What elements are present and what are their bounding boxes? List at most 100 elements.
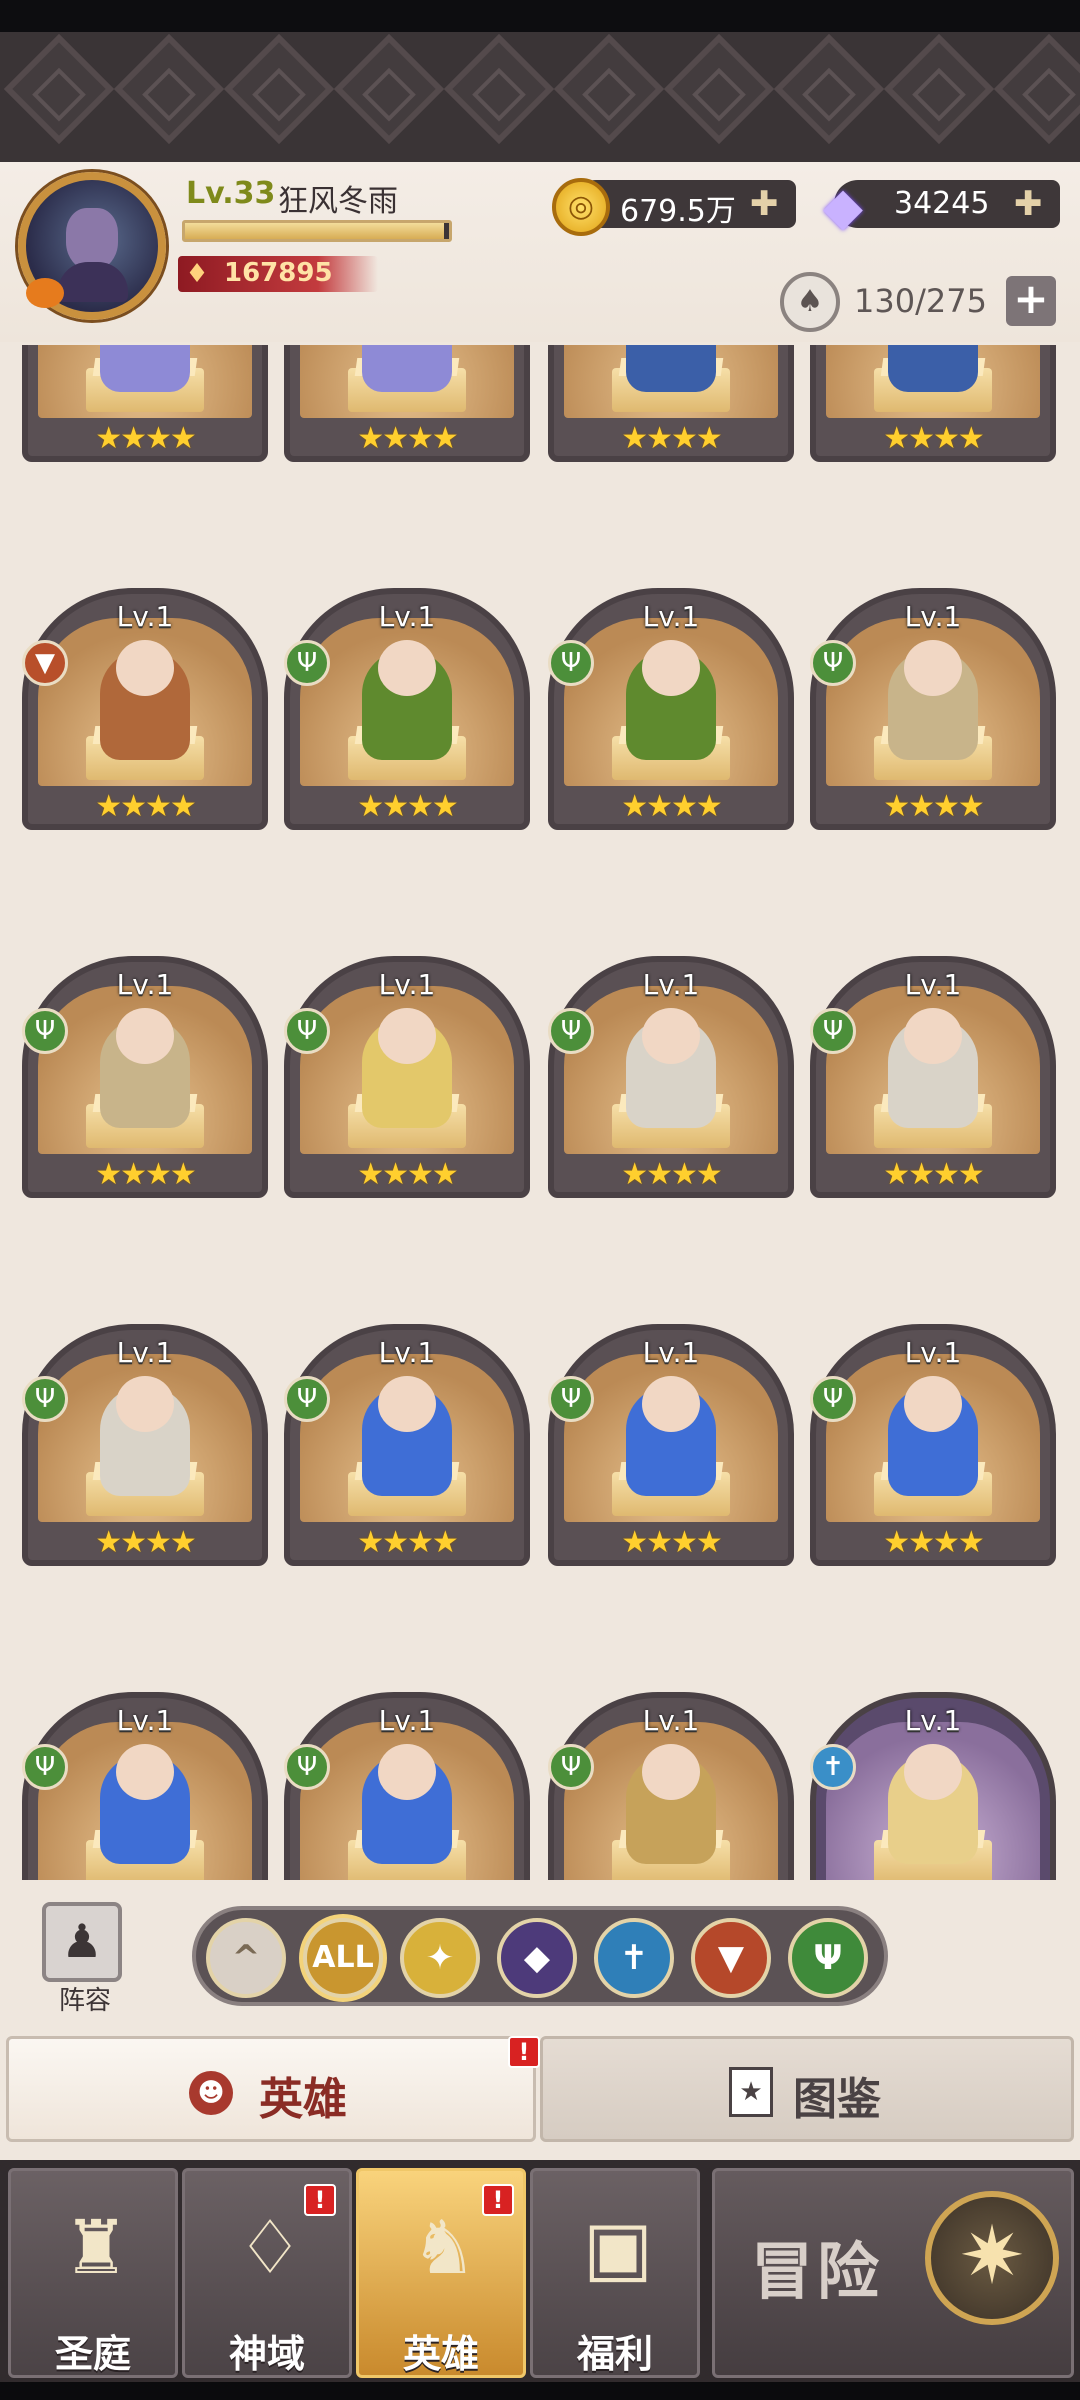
hero-stars: ★★★★	[621, 1157, 723, 1192]
hero-capacity: ♠ 130/275 +	[780, 272, 1060, 332]
hero-stars: ★★★★	[883, 1525, 985, 1560]
hero-class-nature-icon: Ψ	[284, 1744, 330, 1790]
hero-sprite-head	[642, 640, 700, 696]
player-name: 狂风冬雨	[278, 184, 398, 219]
filter-sort-button[interactable]: ^	[206, 1918, 286, 1998]
divine-realm-alert: !	[304, 2184, 336, 2216]
gold-value: 679.5万	[620, 194, 736, 229]
hero-level: Lv.1	[116, 968, 174, 1001]
hero-card[interactable]: Lv.1 Ψ ★★★★	[548, 956, 794, 1198]
hero-card[interactable]: ★★★★	[22, 345, 268, 462]
hero-sprite-head	[904, 1008, 962, 1064]
hero-card[interactable]: ★★★★	[284, 345, 530, 462]
hero-level: Lv.1	[116, 600, 174, 633]
tab-heroes-label: 英雄	[259, 2074, 347, 2125]
hero-class-nature-icon: Ψ	[284, 1376, 330, 1422]
hero-sprite-head	[116, 1744, 174, 1800]
hero-stars: ★★★★	[883, 1157, 985, 1192]
hero-card[interactable]: Lv.1Ψ★★★★	[810, 588, 1056, 830]
hero-card[interactable]: Lv.1Ψ★★★★	[548, 1324, 794, 1566]
hero-class-beast-icon: ▼	[22, 640, 68, 686]
hero-level: Lv.1	[378, 600, 436, 633]
tab-heroes[interactable]: ☻ 英雄	[6, 2036, 536, 2142]
hero-level: Lv.1	[904, 1336, 962, 1369]
hero-sprite	[888, 345, 978, 392]
hero-card[interactable]: Lv.1 Ψ ★★★★	[284, 1324, 530, 1566]
hero-class-nature-icon: Ψ	[22, 1376, 68, 1422]
hero-card[interactable]: ★★★★	[810, 345, 1056, 462]
hero-sprite-head	[378, 640, 436, 696]
hero-card[interactable]: Lv.1 Ψ ★★★★	[284, 588, 530, 830]
hero-card[interactable]: Lv.1Ψ★★★★	[548, 588, 794, 830]
hero-class-nature-icon: Ψ	[284, 640, 330, 686]
expand-capacity-button[interactable]: +	[1006, 276, 1056, 326]
hero-sprite-head	[904, 1744, 962, 1800]
chess-pawn-icon: ♟	[42, 1902, 122, 1982]
hero-card[interactable]: Lv.1Ψ★★★★	[284, 1692, 530, 1880]
hero-stars: ★★★★	[357, 1525, 459, 1560]
hero-card[interactable]: Lv.1✝★★★★	[810, 1692, 1056, 1880]
hero-stars: ★★★★	[95, 1157, 197, 1192]
filter-nature-button[interactable]: Ψ	[788, 1918, 868, 1998]
hero-card[interactable]: Lv.1Ψ★★★★	[810, 956, 1056, 1198]
hero-card[interactable]: Lv.1 Ψ ★★★★	[810, 1324, 1056, 1566]
hero-sprite-head	[904, 1376, 962, 1432]
hero-card[interactable]: Lv.1 ▼ ★★★★	[22, 588, 268, 830]
filter-dark-button[interactable]: ◆	[497, 1918, 577, 1998]
hero-tabs: ☻ 英雄 ! ★ 图鉴	[0, 2036, 1080, 2146]
treasure-chest-icon: ▣	[583, 2205, 653, 2291]
hero-class-nature-icon: Ψ	[548, 640, 594, 686]
tab-codex-label: 图鉴	[793, 2074, 881, 2125]
filter-beast-button[interactable]: ▼	[691, 1918, 771, 1998]
hero-stars: ★★★★	[357, 421, 459, 456]
hero-sprite-head	[116, 1008, 174, 1064]
filter-all-button[interactable]: ALL	[303, 1918, 383, 1998]
hero-class-nature-icon: Ψ	[548, 1744, 594, 1790]
tab-codex[interactable]: ★ 图鉴	[540, 2036, 1074, 2142]
castle-icon: ♜	[62, 2205, 130, 2291]
player-avatar[interactable]	[18, 172, 166, 320]
adventure-button[interactable]: 冒险 ✷	[712, 2168, 1074, 2378]
hero-stars: ★★★★	[883, 789, 985, 824]
hero-level: Lv.1	[642, 968, 700, 1001]
hero-sprite	[100, 345, 190, 392]
hero-sprite-head	[642, 1008, 700, 1064]
heroes-alert: !	[482, 2184, 514, 2216]
hero-card[interactable]: Lv.1Ψ★★★★	[22, 1324, 268, 1566]
hero-level: Lv.1	[378, 1336, 436, 1369]
combat-power: ♦ 167895	[178, 256, 378, 292]
hero-capacity-value: 130/275	[854, 282, 987, 320]
lineup-button[interactable]: ♟ 阵容	[30, 1902, 140, 2016]
hero-grid[interactable]: ★★★★ ★★★★ ★★★★ ★★★★ Lv.1 ▼ ★★★★ Lv.1 Ψ ★★★★ Lv.1 Ψ ★…	[0, 345, 1080, 1880]
hero-level: Lv.1	[904, 968, 962, 1001]
hero-sprite-head	[116, 640, 174, 696]
hero-stars: ★★★★	[357, 789, 459, 824]
hero-class-nature-icon: Ψ	[548, 1008, 594, 1054]
add-diamond-button[interactable]: ✚	[1014, 184, 1043, 224]
hero-card[interactable]: Lv.1Ψ★★★★	[22, 956, 268, 1198]
hero-level: Lv.1	[378, 968, 436, 1001]
nav-sanctuary[interactable]: ♜ 圣庭	[8, 2168, 178, 2378]
faction-filter-bar: ^ ALL ✦ ◆ ✝ ▼ Ψ	[192, 1906, 888, 2006]
hero-card[interactable]: Lv.1Ψ★★★★	[22, 1692, 268, 1880]
xp-bar	[182, 220, 452, 242]
add-gold-button[interactable]: ✚	[750, 184, 779, 224]
hero-card[interactable]: ★★★★	[548, 345, 794, 462]
hero-level: Lv.1	[904, 1704, 962, 1737]
hero-card[interactable]: Lv.1Ψ★★★★	[284, 956, 530, 1198]
filter-holy-button[interactable]: ✝	[594, 1918, 674, 1998]
hero-class-nature-icon: Ψ	[22, 1744, 68, 1790]
codex-book-icon: ★	[729, 2067, 773, 2117]
nav-welfare[interactable]: ▣ 福利	[530, 2168, 700, 2378]
hero-class-nature-icon: Ψ	[810, 1376, 856, 1422]
nav-welfare-label: 福利	[576, 2332, 653, 2376]
helmet-icon: ♞	[410, 2205, 478, 2291]
hero-tab-icon: ☻	[189, 2071, 233, 2115]
alert-badge: !	[508, 2036, 540, 2068]
status-bar	[0, 0, 1080, 32]
hero-stars: ★★★★	[621, 1525, 723, 1560]
hero-card[interactable]: Lv.1Ψ★★★★	[548, 1692, 794, 1880]
nav-heroes-label: 英雄	[402, 2332, 479, 2376]
hero-stars: ★★★★	[883, 421, 985, 456]
filter-light-button[interactable]: ✦	[400, 1918, 480, 1998]
